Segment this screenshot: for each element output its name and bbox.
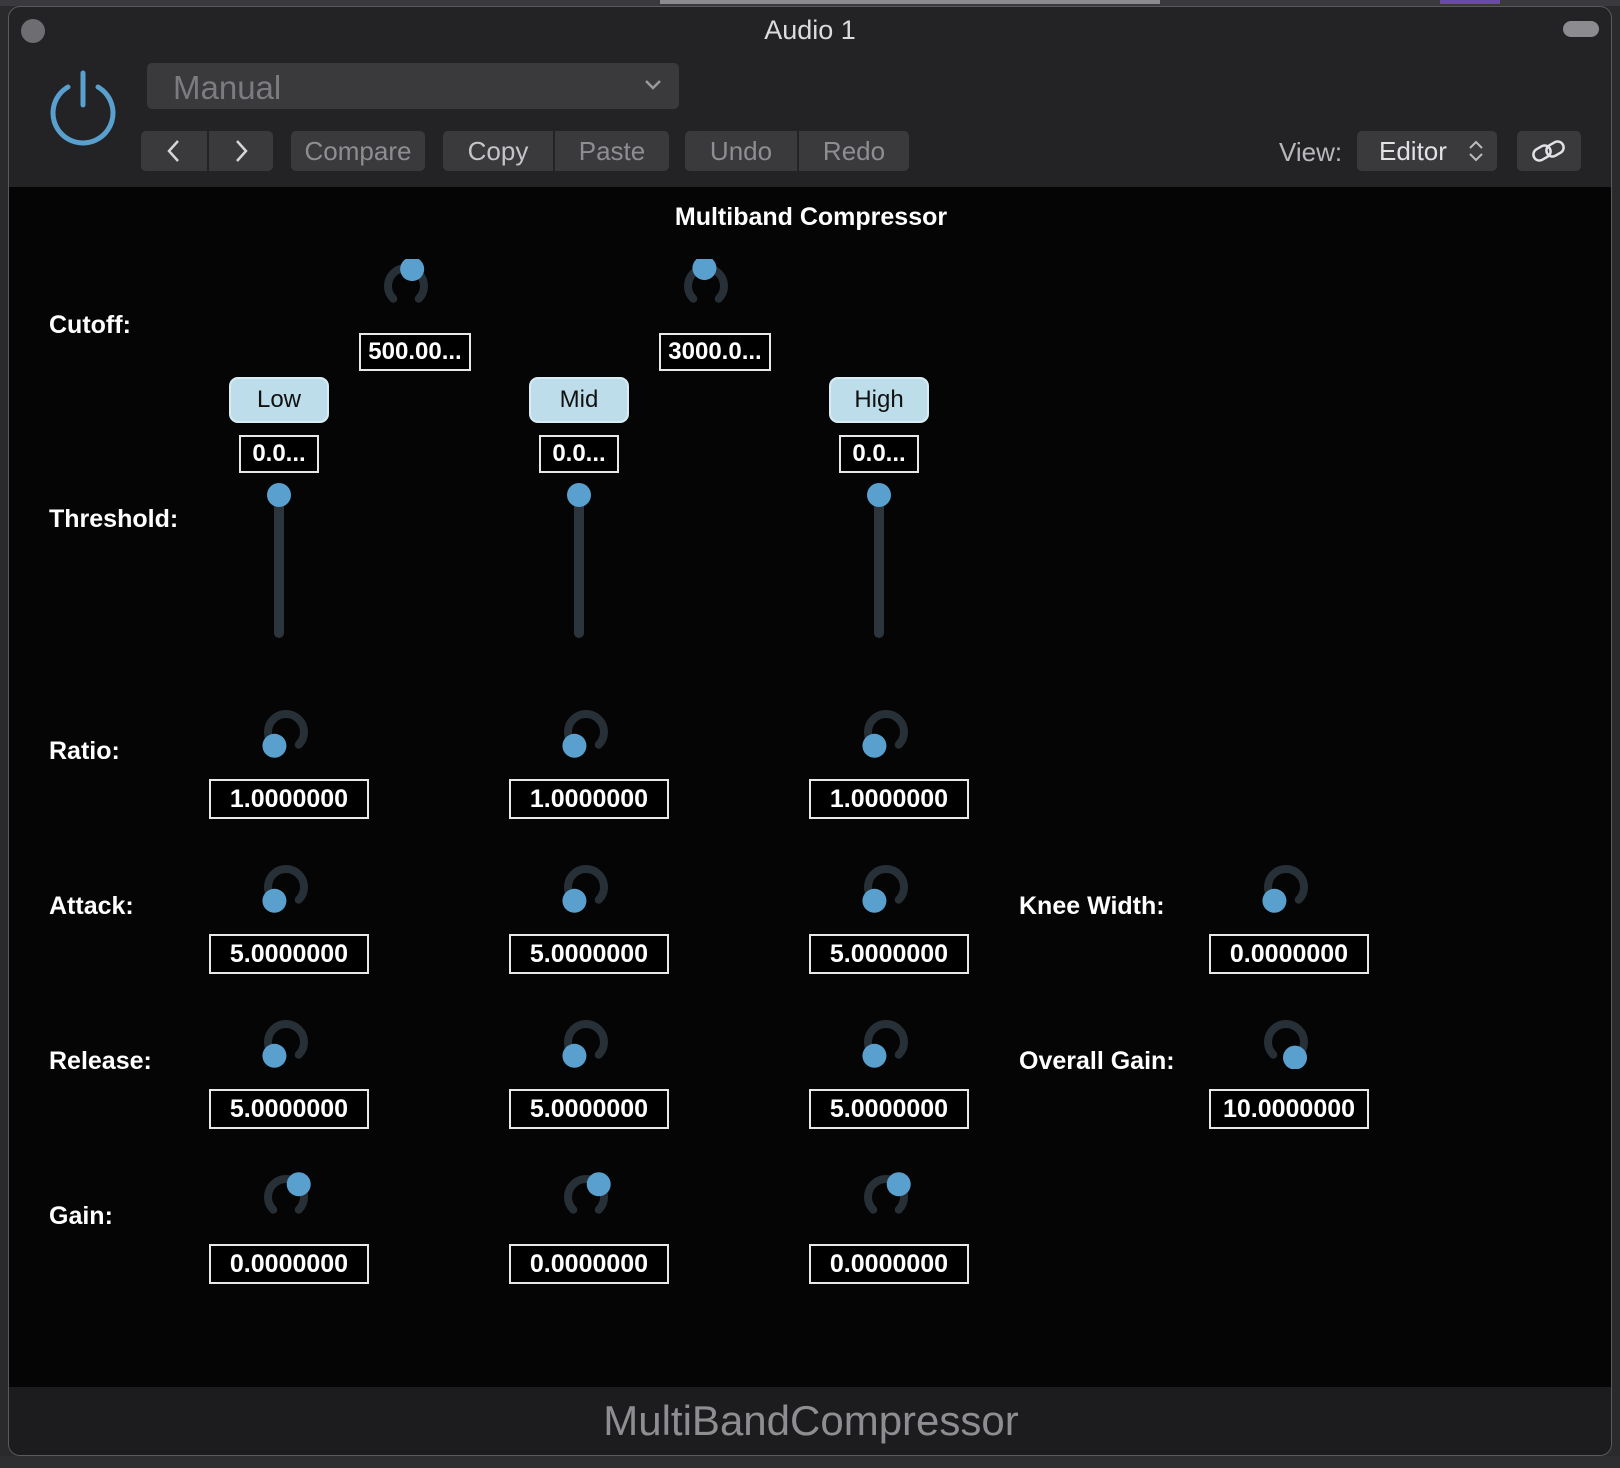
gain-knob[interactable]: [559, 1170, 613, 1224]
ratio-value-field[interactable]: 1.0000000: [209, 779, 369, 819]
threshold-slider[interactable]: [567, 483, 591, 643]
view-label: View:: [1279, 137, 1343, 167]
gain-value-field[interactable]: 0.0000000: [209, 1244, 369, 1284]
knob-indicator: [262, 888, 287, 913]
knee-width-label: Knee Width:: [1019, 892, 1165, 920]
release-knob[interactable]: [259, 1015, 313, 1069]
attack-knob[interactable]: [559, 860, 613, 914]
redo-button[interactable]: Redo: [799, 131, 909, 171]
ratio-knob[interactable]: [259, 705, 313, 759]
attack-knob[interactable]: [259, 860, 313, 914]
previous-preset-button[interactable]: [141, 131, 207, 171]
gain-knob[interactable]: [259, 1170, 313, 1224]
attack-value-field[interactable]: 5.0000000: [509, 934, 669, 974]
threshold-slider[interactable]: [867, 483, 891, 643]
ratio-value-field[interactable]: 1.0000000: [809, 779, 969, 819]
knob-indicator: [262, 1043, 287, 1068]
knob-indicator: [562, 733, 587, 758]
cutoff-value-field[interactable]: 500.00...: [359, 333, 471, 371]
gain-knob[interactable]: [859, 1170, 913, 1224]
gain-label: Gain:: [49, 1202, 113, 1230]
knob-indicator: [562, 888, 587, 913]
attack-value-field[interactable]: 5.0000000: [809, 934, 969, 974]
title-bar: Audio 1: [9, 7, 1611, 55]
power-button[interactable]: [41, 65, 125, 149]
overall-gain-label: Overall Gain:: [1019, 1047, 1175, 1075]
cutoff-value-field[interactable]: 3000.0...: [659, 333, 771, 371]
knee-width-value-field[interactable]: 0.0000000: [1209, 934, 1369, 974]
threshold-value-field[interactable]: 0.0...: [839, 435, 919, 473]
ratio-value-field[interactable]: 1.0000000: [509, 779, 669, 819]
attack-value-field[interactable]: 5.0000000: [209, 934, 369, 974]
attack-label: Attack:: [49, 892, 134, 920]
link-icon: [1532, 140, 1565, 162]
knob-indicator: [586, 1172, 611, 1197]
release-value-field[interactable]: 5.0000000: [809, 1089, 969, 1129]
paste-button[interactable]: Paste: [555, 131, 669, 171]
release-knob[interactable]: [859, 1015, 913, 1069]
knob-indicator: [562, 1043, 587, 1068]
band-button-high[interactable]: High: [829, 377, 929, 423]
knob-indicator: [862, 1043, 887, 1068]
threshold-value-field[interactable]: 0.0...: [539, 435, 619, 473]
release-knob[interactable]: [559, 1015, 613, 1069]
knob-indicator: [886, 1172, 911, 1197]
overall-gain-value-field[interactable]: 10.0000000: [1209, 1089, 1369, 1129]
band-button-low[interactable]: Low: [229, 377, 329, 423]
knob-indicator: [1262, 888, 1287, 913]
plugin-footer: MultiBandCompressor: [9, 1387, 1611, 1455]
ratio-knob[interactable]: [859, 705, 913, 759]
power-icon: [50, 70, 116, 146]
release-value-field[interactable]: 5.0000000: [209, 1089, 369, 1129]
release-label: Release:: [49, 1047, 152, 1075]
next-preset-button[interactable]: [209, 131, 273, 171]
knob-indicator: [692, 259, 717, 281]
knob-indicator: [1283, 1045, 1307, 1069]
window-title: Audio 1: [764, 15, 856, 45]
knob-indicator: [262, 733, 287, 758]
plugin-editor-panel: Multiband Compressor Cutoff: Threshold: …: [9, 187, 1611, 1387]
up-down-chevron-icon: [1469, 140, 1483, 162]
background-track-segment: [1440, 0, 1500, 4]
chevron-down-icon: [645, 80, 661, 90]
cutoff-knob[interactable]: [679, 259, 733, 313]
gain-value-field[interactable]: 0.0000000: [809, 1244, 969, 1284]
window-resize-pill[interactable]: [1563, 21, 1599, 37]
copy-button[interactable]: Copy: [443, 131, 553, 171]
plugin-title: Multiband Compressor: [674, 203, 948, 231]
background-track-segment: [660, 0, 1160, 4]
compare-button[interactable]: Compare: [291, 131, 425, 171]
cutoff-label: Cutoff:: [49, 311, 131, 339]
undo-button[interactable]: Undo: [685, 131, 797, 171]
band-button-mid[interactable]: Mid: [529, 377, 629, 423]
knee-width-knob[interactable]: [1259, 860, 1313, 914]
threshold-slider[interactable]: [267, 483, 291, 643]
release-value-field[interactable]: 5.0000000: [509, 1089, 669, 1129]
knob-indicator: [286, 1172, 311, 1197]
chevron-left-icon: [167, 140, 179, 162]
knob-indicator: [862, 888, 887, 913]
threshold-label: Threshold:: [49, 505, 179, 533]
threshold-value-field[interactable]: 0.0...: [239, 435, 319, 473]
knob-indicator: [862, 733, 887, 758]
chevron-right-icon: [236, 140, 248, 162]
overall-gain-knob[interactable]: [1259, 1015, 1313, 1069]
plugin-window: Audio 1 Manual Compare Copy Paste Undo R…: [8, 6, 1612, 1456]
gain-value-field[interactable]: 0.0000000: [509, 1244, 669, 1284]
ratio-label: Ratio:: [49, 737, 120, 765]
view-mode-value: Editor: [1379, 136, 1447, 166]
background-window-bottom: [0, 1456, 1620, 1468]
attack-knob[interactable]: [859, 860, 913, 914]
cutoff-knob[interactable]: [379, 259, 433, 313]
ratio-knob[interactable]: [559, 705, 613, 759]
view-mode-select[interactable]: Editor: [1357, 131, 1497, 171]
preset-value: Manual: [173, 69, 282, 106]
preset-dropdown[interactable]: Manual: [147, 63, 679, 109]
plugin-name: MultiBandCompressor: [603, 1397, 1019, 1444]
link-button[interactable]: [1517, 131, 1581, 171]
